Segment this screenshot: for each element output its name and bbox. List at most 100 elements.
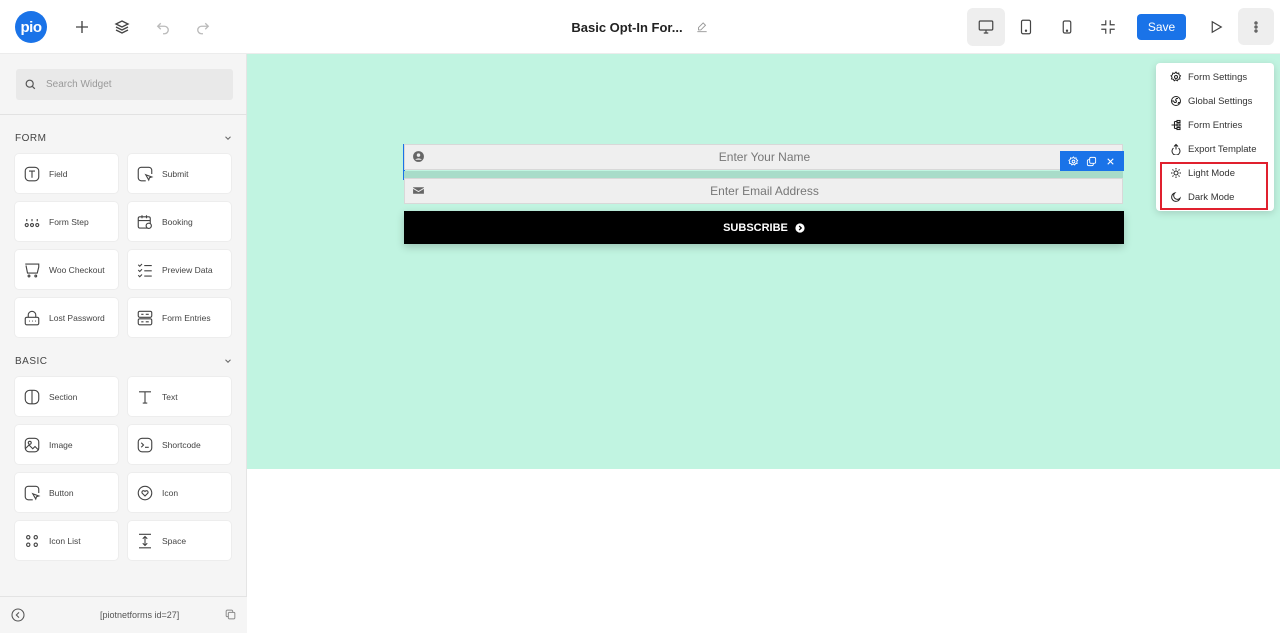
mobile-view-button[interactable]	[1048, 8, 1086, 46]
menu-item-form-settings[interactable]: Form Settings	[1170, 67, 1247, 87]
section-title: FORM	[15, 132, 47, 144]
widget-sidebar: FORM Field Submit Form Step Booking Woo …	[0, 54, 247, 633]
gear-icon[interactable]	[1068, 155, 1079, 167]
widget-label: Lost Password	[49, 312, 105, 323]
menu-item-export-template[interactable]: Export Template	[1170, 139, 1256, 159]
gear-icon	[1170, 71, 1182, 82]
subscribe-label: SUBSCRIBE	[723, 221, 788, 234]
space-icon	[136, 532, 154, 550]
chevron-down-icon	[225, 136, 231, 140]
widget-label: Woo Checkout	[49, 264, 105, 275]
button-icon	[23, 484, 41, 502]
widget-text[interactable]: Text	[128, 377, 231, 416]
shortcode-text: [piotnetforms id=27]	[100, 610, 180, 620]
widget-label: Image	[49, 439, 73, 450]
tablet-view-button[interactable]	[1007, 8, 1045, 46]
plus-icon[interactable]	[69, 14, 95, 40]
email-placeholder: Enter Email Address	[710, 184, 819, 198]
edit-icon[interactable]	[695, 20, 709, 34]
copy-icon[interactable]	[224, 608, 237, 621]
redo-icon[interactable]	[190, 14, 216, 40]
shortcode-icon	[136, 436, 154, 454]
search-box[interactable]	[16, 69, 233, 100]
image-icon	[23, 436, 41, 454]
widget-space[interactable]: Space	[128, 521, 231, 560]
widget-form-entries[interactable]: Form Entries	[128, 298, 231, 337]
form-section-background[interactable]	[247, 54, 1280, 469]
sidebar-footer: [piotnetforms id=27]	[0, 596, 247, 633]
close-icon[interactable]	[1105, 156, 1116, 167]
duplicate-icon[interactable]	[1086, 156, 1097, 167]
search-icon	[25, 79, 36, 90]
save-button[interactable]: Save	[1137, 14, 1186, 40]
menu-label: Export Template	[1188, 143, 1257, 155]
editor-canvas: Enter Your Name Enter Email Address SUBS…	[247, 54, 1280, 633]
lock-icon	[23, 309, 41, 327]
search-input[interactable]	[46, 79, 226, 90]
more-menu-button[interactable]	[1238, 8, 1274, 45]
section-header-basic[interactable]: BASIC	[15, 353, 233, 369]
name-field[interactable]: Enter Your Name	[404, 144, 1123, 170]
field-gap	[404, 171, 1123, 178]
field-toolbar	[1060, 151, 1124, 171]
arrow-circle-icon	[795, 222, 805, 233]
calendar-icon	[136, 213, 154, 231]
widget-booking[interactable]: Booking	[128, 202, 231, 241]
menu-item-global-settings[interactable]: Global Settings	[1170, 91, 1252, 111]
opt-in-form: Enter Your Name Enter Email Address SUBS…	[404, 144, 1124, 244]
menu-label: Form Settings	[1188, 71, 1248, 83]
widget-label: Shortcode	[162, 439, 201, 450]
widget-shortcode[interactable]: Shortcode	[128, 425, 231, 464]
undo-icon[interactable]	[150, 14, 176, 40]
widget-label: Text	[162, 391, 178, 402]
submit-icon	[136, 165, 154, 183]
entries-tree-icon	[1171, 119, 1181, 131]
desktop-view-button[interactable]	[967, 8, 1005, 46]
form-step-icon	[23, 213, 41, 231]
widget-field[interactable]: Field	[15, 154, 118, 193]
entries-icon	[136, 309, 154, 327]
divider	[0, 114, 247, 115]
desktop-icon	[978, 20, 994, 34]
text-icon	[136, 388, 154, 406]
widget-label: Submit	[162, 168, 189, 179]
widget-button[interactable]: Button	[15, 473, 118, 512]
section-header-form[interactable]: FORM	[15, 130, 233, 146]
icon-list-icon	[23, 532, 41, 550]
collapse-button[interactable]	[1089, 8, 1127, 46]
widget-label: Icon List	[49, 535, 81, 546]
more-vertical-icon	[1254, 20, 1258, 33]
text-field-icon	[23, 165, 41, 183]
widget-section[interactable]: Section	[15, 377, 118, 416]
layers-icon[interactable]	[109, 14, 135, 40]
widget-preview-data[interactable]: Preview Data	[128, 250, 231, 289]
preview-play-icon[interactable]	[1203, 14, 1229, 40]
widget-icon[interactable]: Icon	[128, 473, 231, 512]
subscribe-button[interactable]: SUBSCRIBE	[404, 211, 1124, 244]
name-placeholder: Enter Your Name	[718, 150, 811, 164]
collapse-sidebar-icon[interactable]	[10, 607, 26, 623]
widget-icon-list[interactable]: Icon List	[15, 521, 118, 560]
cart-icon	[23, 261, 41, 279]
globe-icon	[1171, 96, 1181, 106]
widget-image[interactable]: Image	[15, 425, 118, 464]
menu-label: Global Settings	[1188, 95, 1253, 107]
heart-icon	[136, 484, 154, 502]
menu-item-form-entries[interactable]: Form Entries	[1170, 115, 1242, 135]
section-title: BASIC	[15, 355, 48, 367]
widget-woo-checkout[interactable]: Woo Checkout	[15, 250, 118, 289]
app-logo[interactable]: pio	[15, 11, 47, 43]
widget-label: Form Step	[49, 216, 89, 227]
email-field[interactable]: Enter Email Address	[404, 178, 1123, 204]
widget-form-step[interactable]: Form Step	[15, 202, 118, 241]
top-bar: pio Basic Opt-In For... Save	[0, 0, 1280, 54]
export-icon	[1171, 143, 1181, 155]
tablet-icon	[1020, 19, 1032, 35]
widget-submit[interactable]: Submit	[128, 154, 231, 193]
page-title[interactable]: Basic Opt-In For...	[571, 20, 682, 35]
widget-lost-password[interactable]: Lost Password	[15, 298, 118, 337]
checklist-icon	[136, 261, 154, 279]
widget-label: Field	[49, 168, 68, 179]
widget-label: Button	[49, 487, 74, 498]
widget-label: Space	[162, 535, 187, 546]
